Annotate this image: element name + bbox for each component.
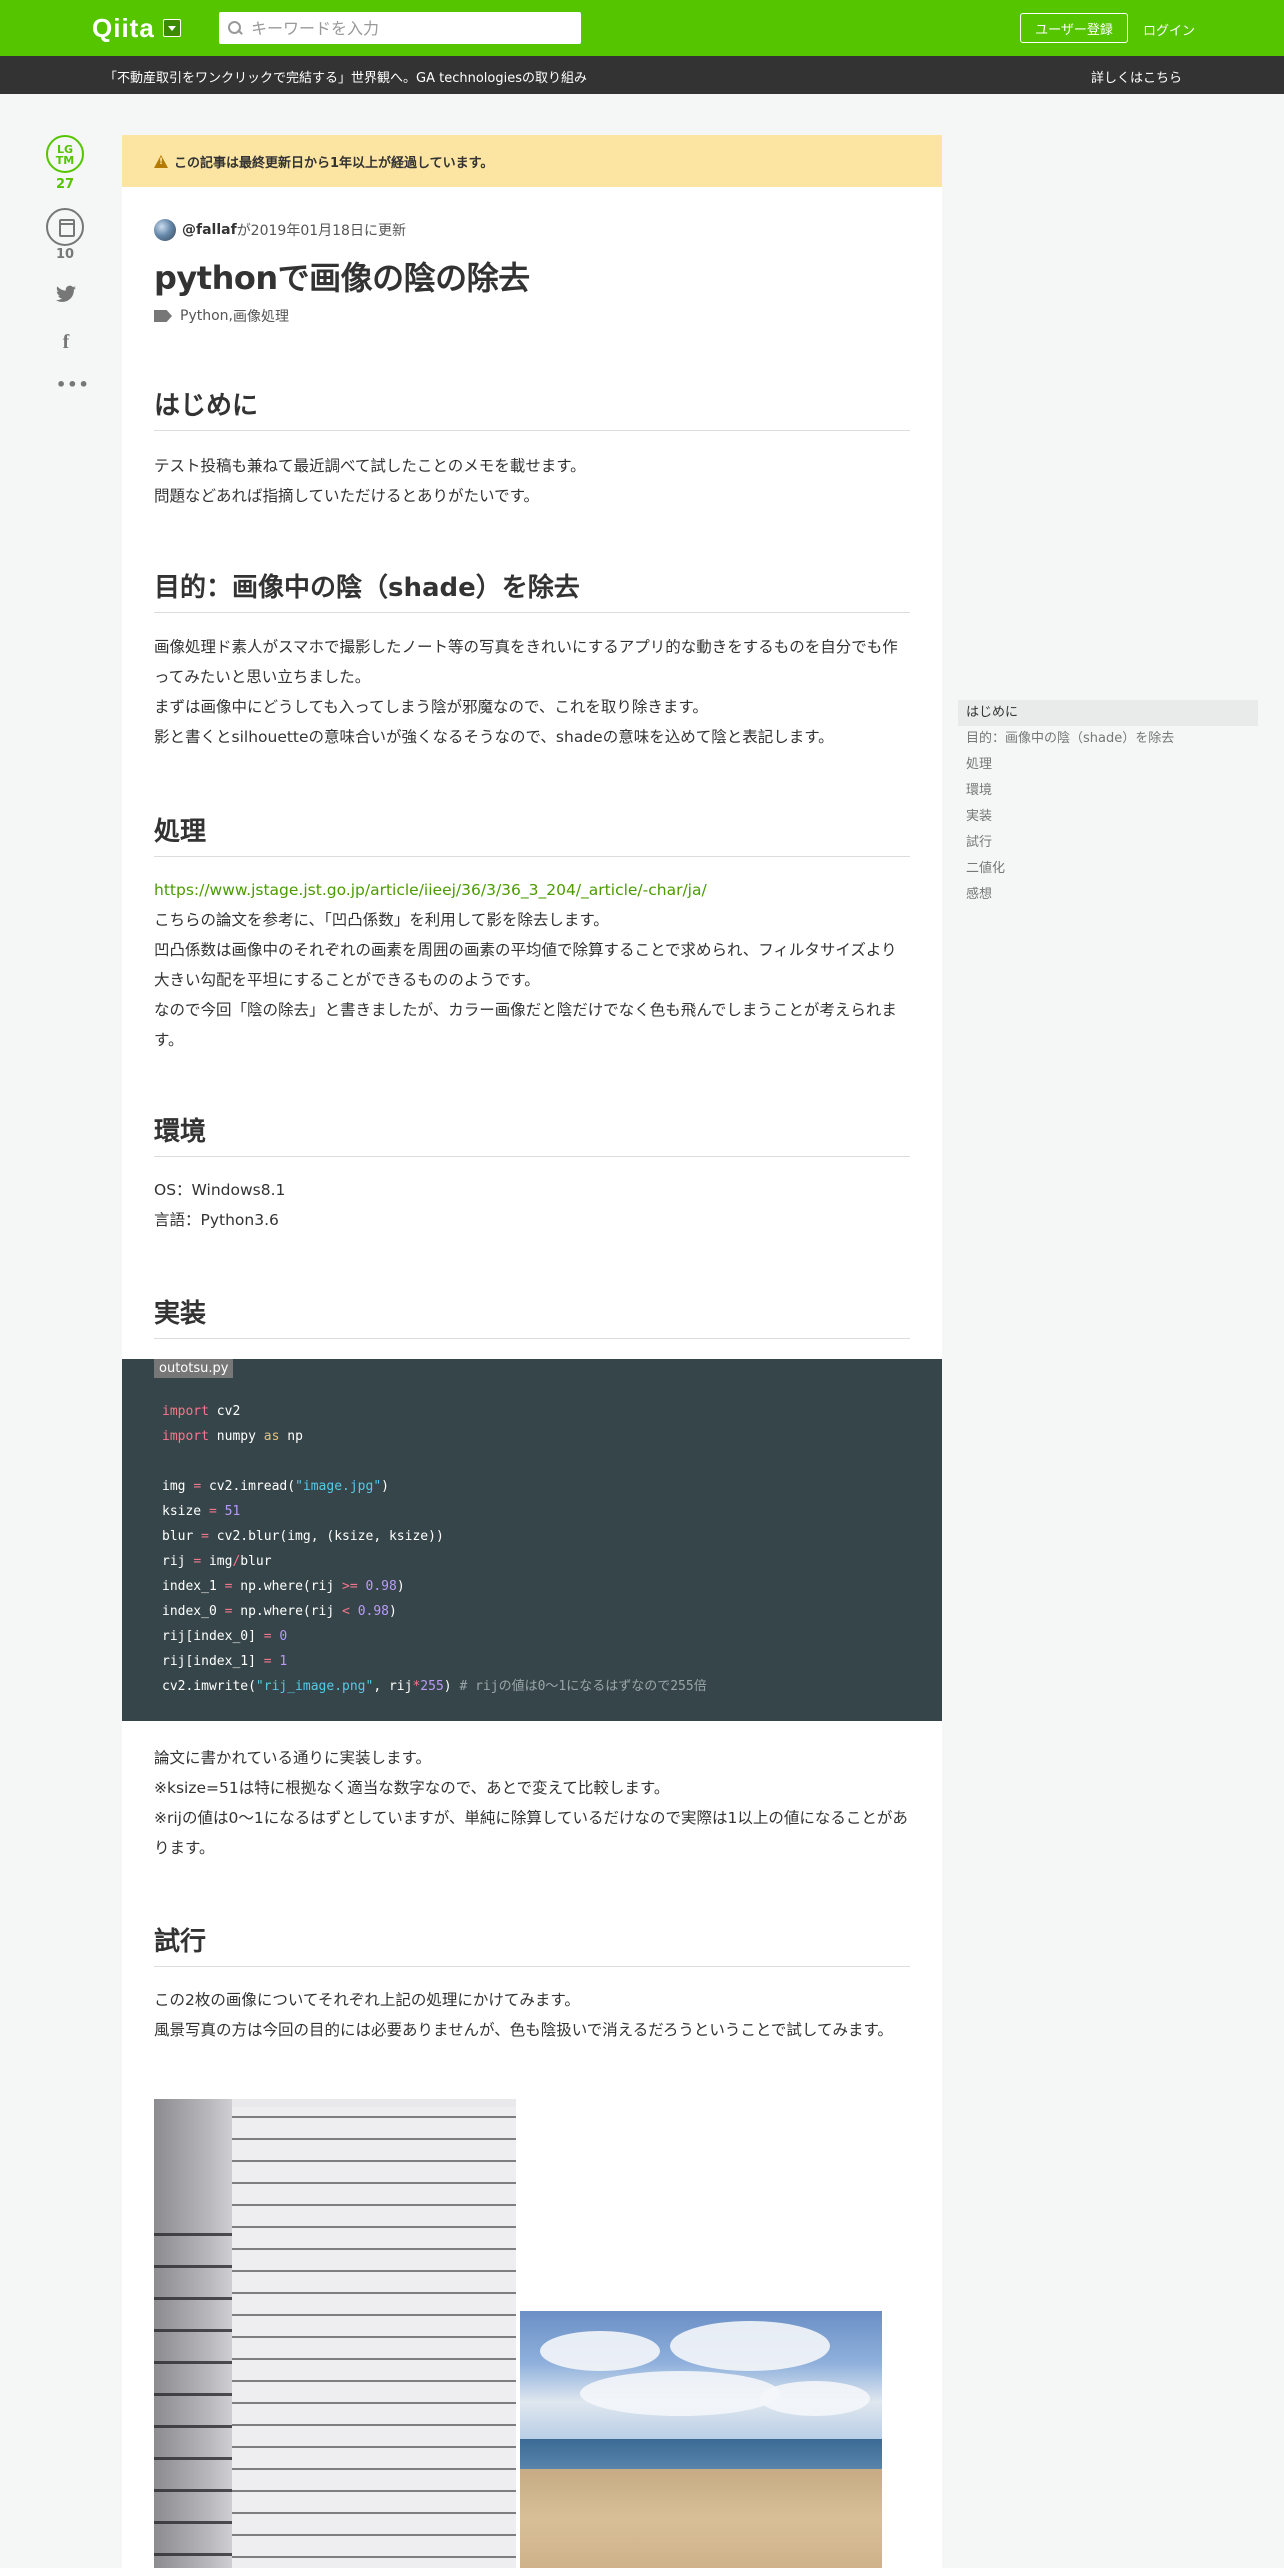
tag-python[interactable]: Python (180, 308, 229, 324)
code-comment: # rijの値は0～1になるはずなので255倍 (459, 1679, 707, 1694)
beach-sand (520, 2469, 882, 2568)
trial-paragraph: この2枚の画像についてそれぞれ上記の処理にかけてみます。 風景写真の方は今回の目… (154, 1985, 910, 2045)
purpose-line: 画像処理ド素人がスマホで撮影したノート等の写真をきれいにするアプリ的な動きをする… (154, 638, 898, 686)
warning-icon (154, 154, 168, 168)
document-photo[interactable] (154, 2099, 516, 2568)
heading-impl: 実装 (154, 1293, 910, 1339)
more-options-icon[interactable]: ••• (56, 377, 89, 400)
qiita-logo[interactable]: Qiita (92, 12, 181, 43)
code-content[interactable]: import cv2 import numpy as np img = cv2.… (162, 1399, 707, 1699)
paper-link[interactable]: https://www.jstage.jst.go.jp/article/iie… (154, 875, 910, 905)
banner-link[interactable]: 詳しくはこちら (1091, 67, 1182, 86)
lgtm-label-bottom: TM (55, 154, 75, 167)
impl-line: 論文に書かれている通りに実装します。 (154, 1749, 431, 1767)
cloud (760, 2381, 870, 2416)
search-box (219, 12, 581, 44)
lgtm-count[interactable]: 27 (46, 177, 84, 192)
intro-paragraph: テスト投稿も兼ねて最近調べて試したことのメモを載せます。 問題などあれば指摘して… (154, 451, 910, 511)
env-line: OS：Windows8.1 (154, 1181, 286, 1199)
toc-item-process[interactable]: 処理 (958, 752, 1258, 778)
tag-image-processing[interactable]: 画像処理 (233, 306, 289, 326)
purpose-line: 影と書くとsilhouetteの意味合いが強くなるそうなので、shadeの意味を… (154, 728, 834, 746)
toc-item-env[interactable]: 環境 (958, 778, 1258, 804)
beach-sea (520, 2439, 882, 2471)
signup-button[interactable]: ユーザー登録 (1020, 13, 1128, 43)
code-block[interactable]: outotsu.py import cv2 import numpy as np… (122, 1359, 942, 1721)
env-paragraph: OS：Windows8.1 言語：Python3.6 (154, 1175, 910, 1235)
stock-count[interactable]: 10 (46, 247, 84, 262)
promo-banner: 「不動産取引をワンクリックで完結する」世界観へ。GA technologiesの… (0, 56, 1284, 94)
cloud (540, 2331, 660, 2371)
tag-icon (154, 310, 172, 322)
intro-line: テスト投稿も兼ねて最近調べて試したことのメモを載せます。 (154, 457, 586, 475)
heading-trial: 試行 (154, 1921, 910, 1967)
process-paragraph: https://www.jstage.jst.go.jp/article/iie… (154, 875, 910, 1055)
banner-text[interactable]: 「不動産取引をワンクリックで完結する」世界観へ。GA technologiesの… (104, 67, 587, 86)
logo-text: Qiita (92, 12, 155, 43)
notice-text: この記事は最終更新日から1年以上が経過しています。 (174, 155, 494, 171)
lgtm-button[interactable]: LG TM (46, 135, 84, 173)
heading-process: 処理 (154, 811, 910, 857)
heading-purpose: 目的：画像中の陰（shade）を除去 (154, 567, 910, 613)
toc-item-trial[interactable]: 試行 (958, 830, 1258, 856)
table-of-contents: はじめに 目的：画像中の陰（shade）を除去 処理 環境 実装 試行 二値化 … (958, 700, 1258, 908)
trial-line: この2枚の画像についてそれぞれ上記の処理にかけてみます。 (154, 1991, 580, 2009)
login-link[interactable]: ログイン (1143, 20, 1195, 39)
toc-item-purpose[interactable]: 目的：画像中の陰（shade）を除去 (958, 726, 1258, 752)
process-line: なので今回「陰の除去」と書きましたが、カラー画像だと陰だけでなく色も飛んでしまう… (154, 1001, 897, 1049)
impl-paragraph: 論文に書かれている通りに実装します。 ※ksize=51は特に根拠なく適当な数字… (154, 1743, 910, 1863)
photo-left-text (154, 2219, 232, 2568)
updated-date: が2019年01月18日に更新 (236, 223, 406, 239)
trial-line: 風景写真の方は今回の目的には必要ありませんが、色も陰扱いで消えるだろうということ… (154, 2021, 893, 2039)
article-title: pythonで画像の陰の除去 (154, 259, 530, 297)
process-line: こちらの論文を参考に、「凹凸係数」を利用して影を除去します。 (154, 911, 609, 929)
facebook-icon[interactable]: f (56, 332, 76, 352)
twitter-icon[interactable] (56, 285, 76, 305)
toc-item-impressions[interactable]: 感想 (958, 882, 1258, 908)
search-icon (227, 20, 243, 36)
intro-line: 問題などあれば指摘していただけるとありがたいです。 (154, 487, 540, 505)
cloud (580, 2371, 780, 2416)
beach-photo[interactable] (520, 2311, 882, 2568)
author-name[interactable]: @fallaf (182, 222, 237, 238)
author-line: @fallaf が2019年01月18日に更新 (154, 219, 406, 241)
env-line: 言語：Python3.6 (154, 1211, 279, 1229)
cloud (670, 2321, 830, 2371)
tag-list: Python , 画像処理 (154, 306, 289, 326)
code-filename: outotsu.py (154, 1359, 234, 1378)
search-input[interactable] (251, 18, 571, 38)
outdated-notice: この記事は最終更新日から1年以上が経過しています。 (122, 135, 942, 187)
toc-item-impl[interactable]: 実装 (958, 804, 1258, 830)
impl-line: ※rijの値は0～1になるはずとしていますが、単純に除算しているだけなので実際は… (154, 1809, 908, 1857)
photo-text-area (232, 2107, 516, 2568)
purpose-paragraph: 画像処理ド素人がスマホで撮影したノート等の写真をきれいにするアプリ的な動きをする… (154, 632, 910, 752)
stock-button[interactable] (46, 208, 84, 246)
logo-menu-icon[interactable] (162, 19, 181, 37)
toc-item-intro[interactable]: はじめに (958, 700, 1258, 726)
process-line: 凹凸係数は画像中のそれぞれの画素を周囲の画素の平均値で除算することで求められ、フ… (154, 941, 897, 989)
heading-intro: はじめに (154, 385, 910, 431)
toc-item-binarize[interactable]: 二値化 (958, 856, 1258, 882)
purpose-line: まずは画像中にどうしても入ってしまう陰が邪魔なので、これを取り除きます。 (154, 698, 708, 716)
global-header: Qiita ユーザー登録 ログイン (0, 0, 1284, 56)
author-avatar[interactable] (154, 219, 176, 241)
article-body: この記事は最終更新日から1年以上が経過しています。 @fallaf が2019年… (122, 135, 942, 2568)
heading-env: 環境 (154, 1111, 910, 1157)
impl-line: ※ksize=51は特に根拠なく適当な数字なので、あとで変えて比較します。 (154, 1779, 670, 1797)
